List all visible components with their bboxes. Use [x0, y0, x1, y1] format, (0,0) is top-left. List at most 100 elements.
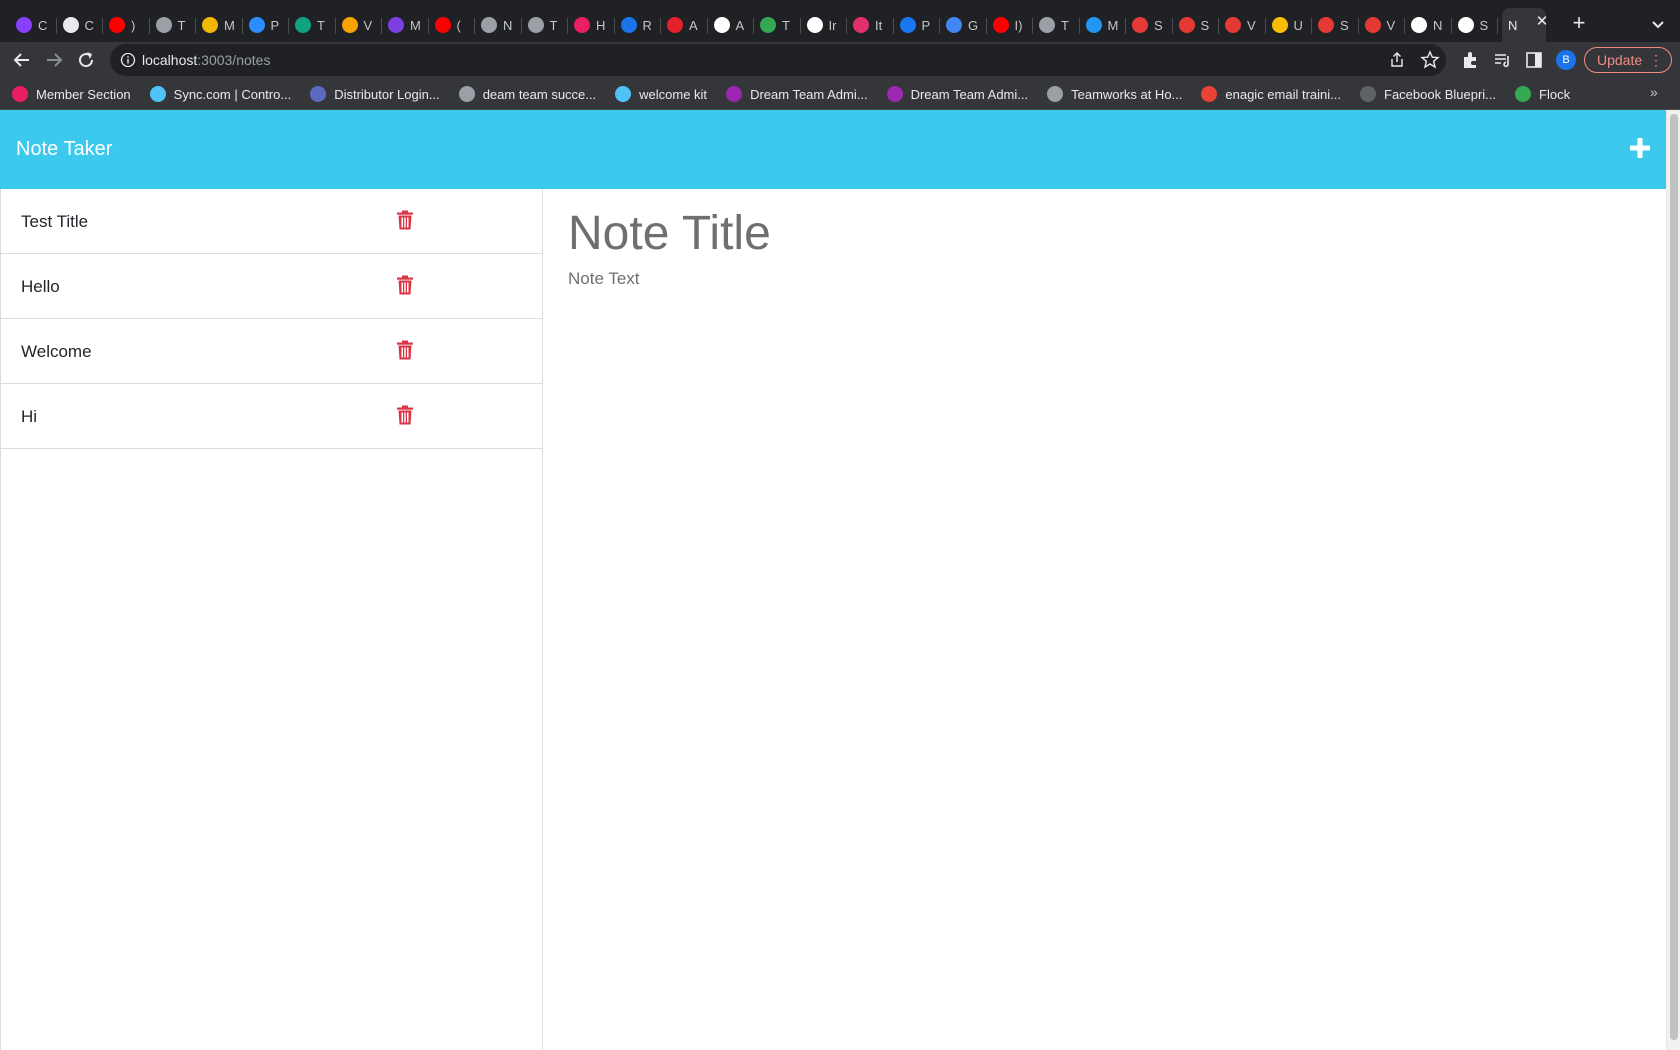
bookmark-item[interactable]: Teamworks at Ho... [1047, 85, 1182, 103]
note-text-input[interactable] [568, 269, 1568, 769]
tab-favicon-icon [109, 17, 125, 33]
bookmark-item[interactable]: enagic email traini... [1201, 85, 1341, 103]
bookmark-star-icon[interactable] [1420, 50, 1440, 70]
page-scrollbar[interactable] [1666, 110, 1680, 1050]
browser-tab[interactable]: T [1033, 8, 1080, 42]
back-button[interactable] [10, 48, 34, 72]
browser-tab[interactable]: S [1126, 8, 1173, 42]
browser-tab[interactable]: N [1405, 8, 1452, 42]
browser-tab[interactable]: I) [987, 8, 1034, 42]
close-tab-icon[interactable]: ✕ [1534, 14, 1550, 30]
browser-tab[interactable]: T [150, 8, 197, 42]
note-title-input[interactable] [568, 203, 1468, 263]
bookmark-item[interactable]: welcome kit [615, 85, 707, 103]
bookmark-item[interactable]: Flock [1515, 85, 1570, 103]
browser-tab[interactable]: V [1219, 8, 1266, 42]
note-editor [544, 189, 1666, 1050]
tab-favicon-icon [1318, 17, 1334, 33]
tab-search-icon[interactable] [1648, 14, 1668, 34]
add-note-icon[interactable] [1628, 136, 1652, 160]
new-tab-button[interactable]: + [1568, 12, 1590, 34]
note-title[interactable]: Test Title [21, 212, 88, 232]
note-list-item[interactable]: Hi [1, 384, 542, 449]
browser-tab[interactable]: S [1173, 8, 1220, 42]
tab-title: T [1061, 17, 1069, 33]
bookmark-item[interactable]: Distributor Login... [310, 85, 440, 103]
notes-list: Test Title Hello Welcome Hi [0, 189, 543, 1050]
more-bookmarks-button[interactable]: » [1650, 84, 1658, 100]
browser-tab[interactable]: C [57, 8, 104, 42]
url-text: localhost:3003/notes [142, 52, 270, 68]
browser-tab[interactable]: V [336, 8, 383, 42]
tab-favicon-icon [1271, 17, 1288, 33]
update-button[interactable]: Update ⋮ [1584, 47, 1672, 73]
tab-favicon-icon [388, 17, 404, 33]
note-title[interactable]: Hello [21, 277, 60, 297]
bookmark-item[interactable]: Facebook Bluepri... [1360, 85, 1496, 103]
share-icon[interactable] [1388, 51, 1406, 69]
tab-favicon-icon [62, 17, 79, 33]
browser-tab[interactable]: T [522, 8, 569, 42]
browser-tab[interactable]: A [661, 8, 708, 42]
browser-tab[interactable]: V [1359, 8, 1406, 42]
tab-title: P [270, 17, 280, 33]
browser-tab[interactable]: U [1266, 8, 1313, 42]
browser-tab[interactable]: H [568, 8, 615, 42]
browser-tab[interactable]: M [1080, 8, 1127, 42]
address-bar[interactable]: localhost:3003/notes [110, 44, 1446, 76]
site-info-icon[interactable] [120, 52, 136, 68]
reload-button[interactable] [74, 48, 98, 72]
trash-icon[interactable] [396, 405, 414, 425]
bookmark-item[interactable]: Sync.com | Contro... [149, 85, 291, 103]
browser-tab[interactable]: ( [429, 8, 476, 42]
browser-tab[interactable]: T [754, 8, 801, 42]
app-title[interactable]: Note Taker [16, 138, 112, 161]
bookmark-item[interactable]: Dream Team Admi... [886, 85, 1028, 103]
tab-favicon-icon [899, 17, 916, 33]
trash-icon[interactable] [396, 210, 414, 230]
browser-tab[interactable]: M [382, 8, 429, 42]
bookmark-favicon-icon [615, 86, 632, 102]
note-list-item[interactable]: Test Title [1, 189, 542, 254]
side-panel-icon[interactable] [1524, 50, 1544, 70]
tab-favicon-icon [760, 17, 776, 33]
bookmark-item[interactable]: deam team succe... [458, 85, 596, 103]
menu-dots-icon[interactable]: ⋮ [1649, 48, 1663, 72]
browser-tab[interactable]: G [940, 8, 987, 42]
tab-favicon-icon [806, 17, 823, 33]
note-title[interactable]: Hi [21, 407, 37, 427]
browser-tab[interactable]: P [894, 8, 941, 42]
browser-tab[interactable]: N [475, 8, 522, 42]
bookmark-item[interactable]: Dream Team Admi... [726, 85, 868, 103]
bookmark-item[interactable]: Member Section [12, 85, 131, 103]
browser-tab[interactable]: R [615, 8, 662, 42]
browser-tab[interactable]: Ir [801, 8, 848, 42]
trash-icon[interactable] [396, 275, 414, 295]
browser-tab[interactable]: C [10, 8, 57, 42]
tab-favicon-icon [295, 17, 311, 33]
browser-tab[interactable]: It [847, 8, 894, 42]
note-list-item[interactable]: Hello [1, 254, 542, 319]
forward-button[interactable] [42, 48, 66, 72]
browser-tab[interactable]: A [708, 8, 755, 42]
bookmark-favicon-icon [886, 86, 903, 102]
tab-favicon-icon [1085, 17, 1102, 33]
browser-tab[interactable]: ) [103, 8, 150, 42]
bookmark-label: welcome kit [639, 86, 708, 102]
media-queue-icon[interactable] [1492, 50, 1512, 70]
profile-avatar[interactable]: B [1556, 50, 1576, 70]
note-list-item[interactable]: Welcome [1, 319, 542, 384]
browser-tab[interactable]: S [1312, 8, 1359, 42]
bookmark-label: Flock [1539, 86, 1571, 102]
tab-favicon-icon [434, 17, 451, 33]
scrollbar-thumb[interactable] [1670, 114, 1678, 1040]
extensions-icon[interactable] [1460, 50, 1480, 70]
browser-tab[interactable]: S [1452, 8, 1499, 42]
note-title[interactable]: Welcome [21, 342, 92, 362]
browser-tab[interactable]: M [196, 8, 243, 42]
bookmark-favicon-icon [726, 86, 743, 102]
tab-title: A [735, 17, 745, 33]
browser-tab[interactable]: T [289, 8, 336, 42]
trash-icon[interactable] [396, 340, 414, 360]
browser-tab[interactable]: P [243, 8, 290, 42]
